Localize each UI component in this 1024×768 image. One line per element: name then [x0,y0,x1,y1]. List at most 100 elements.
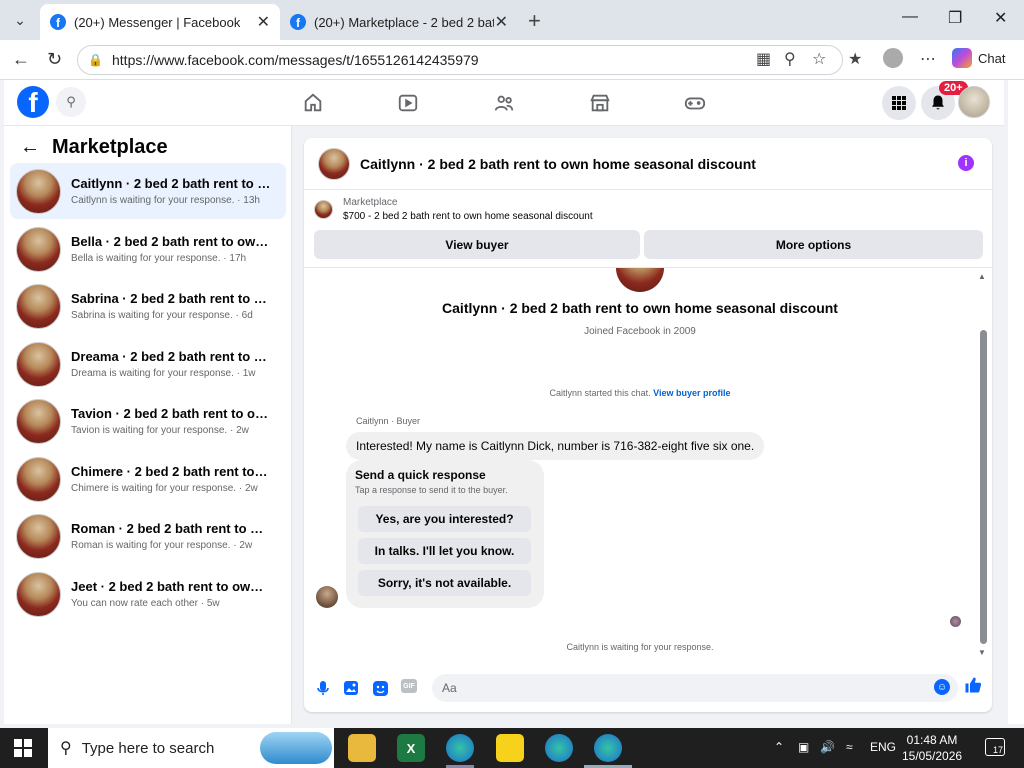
close-tab-icon[interactable]: ✕ [495,12,508,32]
thread-scrollbar[interactable] [980,330,987,644]
quick-response-subtitle: Tap a response to send it to the buyer. [355,485,508,495]
buyer-avatar[interactable] [316,586,338,608]
copilot-chat-button[interactable]: Chat [952,48,1005,68]
url-field[interactable]: 🔒 https://www.facebook.com/messages/t/16… [77,45,843,75]
message-bubble: Interested! My name is Caitlynn Dick, nu… [346,432,765,460]
quick-response-unavailable-button[interactable]: Sorry, it's not available. [358,570,531,596]
scroll-down-arrow-icon[interactable]: ▼ [978,648,986,657]
listing-thumbnail [616,268,664,292]
file-explorer-icon[interactable] [348,734,376,762]
back-arrow-icon[interactable]: ← [20,136,40,159]
apps-icon[interactable]: ▦ [756,49,771,69]
windows-start-icon[interactable] [14,739,32,757]
sticker-icon[interactable] [371,679,389,697]
edge-icon[interactable] [446,734,474,762]
tab-messenger[interactable]: f (20+) Messenger | Facebook ✕ [40,4,280,40]
view-buyer-profile-link[interactable]: View buyer profile [653,388,730,398]
gaming-icon[interactable] [682,90,708,116]
account-avatar[interactable] [958,86,990,118]
back-arrow-icon[interactable]: ← [12,49,30,70]
close-window-icon[interactable]: ✕ [994,8,1007,28]
favorite-star-icon[interactable]: ☆ [812,49,826,69]
sidebar-title: Marketplace [52,136,168,158]
started-text: Caitlynn started this chat. [549,388,651,398]
conversation-item-sabrina[interactable]: Sabrina · 2 bed 2 bath rent to own home … [10,278,286,334]
friends-icon[interactable] [491,90,517,116]
clock[interactable]: 01:48 AM 15/05/2026 [902,732,962,764]
search-highlight-whale-icon[interactable] [260,732,332,764]
tab-list-chevron-icon[interactable]: ⌄ [6,7,34,33]
marketplace-icon[interactable] [587,90,613,116]
search-icon[interactable]: ⚲ [56,87,86,117]
conversation-item-dreama[interactable]: Dreama · 2 bed 2 bath rent to own home s… [10,336,286,392]
show-hidden-icons-icon[interactable]: ⌃ [774,740,784,754]
listing-thumbnail [16,571,61,617]
marketplace-sidebar: ← Marketplace Caitlynn · 2 bed 2 bath re… [4,126,292,724]
chat-panel: Caitlynn · 2 bed 2 bath rent to own home… [304,138,992,712]
more-options-button[interactable]: More options [644,230,983,259]
windows-taskbar: ⚲ Type here to search X ⌃ ▣ 🔊 ≈ ENG 01:4… [0,728,1024,768]
url-text: https://www.facebook.com/messages/t/1655… [112,52,479,68]
chat-title[interactable]: Caitlynn · 2 bed 2 bath rent to own home… [360,156,756,172]
quick-response-card: Send a quick response Tap a response to … [346,460,544,608]
tab-title: (20+) Messenger | Facebook [74,14,241,30]
conversation-name: Jeet · 2 bed 2 bath rent to own home sea… [71,579,271,594]
joined-info: Joined Facebook in 2009 [584,326,696,337]
quick-response-yes-button[interactable]: Yes, are you interested? [358,506,531,532]
home-icon[interactable] [300,90,326,116]
refresh-icon[interactable]: ↻ [47,49,62,70]
conversation-info-icon[interactable]: i [958,155,974,171]
chat-header: Caitlynn · 2 bed 2 bath rent to own home… [304,138,992,190]
conversation-item-caitlynn[interactable]: Caitlynn · 2 bed 2 bath rent to own home… [10,163,286,219]
listing-thumbnail[interactable] [318,147,350,180]
view-buyer-button[interactable]: View buyer [314,230,640,259]
emoji-icon[interactable]: ☺ [934,679,950,695]
conversation-status: Dreama is waiting for your response. · 1… [71,368,256,379]
volume-icon[interactable]: 🔊 [820,740,835,754]
video-icon[interactable] [395,90,421,116]
conversation-item-jeet[interactable]: Jeet · 2 bed 2 bath rent to own home sea… [10,566,286,622]
like-thumbs-up-icon[interactable] [964,676,982,699]
zoom-icon[interactable]: ⚲ [784,49,796,69]
wifi-icon[interactable]: ≈ [846,740,853,754]
conversation-name: Chimere · 2 bed 2 bath rent to own home … [71,464,271,479]
sticky-notes-icon[interactable] [496,734,524,762]
conversation-name: Caitlynn · 2 bed 2 bath rent to own home… [71,176,271,191]
restore-icon[interactable]: ❐ [948,8,962,28]
conversation-item-tavion[interactable]: Tavion · 2 bed 2 bath rent to own home s… [10,393,286,449]
more-dots-icon[interactable]: ⋯ [920,49,936,69]
photo-icon[interactable] [342,679,360,697]
conversation-item-bella[interactable]: Bella · 2 bed 2 bath rent to own home se… [10,221,286,277]
listing-summary[interactable]: Marketplace $700 - 2 bed 2 bath rent to … [314,197,593,222]
edge-profile-icon[interactable] [545,734,573,762]
facebook-logo[interactable]: f [17,86,49,118]
new-tab-plus-icon[interactable]: + [528,8,541,34]
menu-grid-icon[interactable] [882,86,916,120]
site-info-icon[interactable]: 🔒 [88,53,103,67]
conversation-name: Roman · 2 bed 2 bath rent to own home se… [71,521,271,536]
conversation-status: Roman is waiting for your response. · 2w [71,540,253,551]
conversation-item-roman[interactable]: Roman · 2 bed 2 bath rent to own home se… [10,508,286,564]
clock-date: 15/05/2026 [902,749,963,763]
minimize-icon[interactable]: — [902,8,918,26]
favorites-icon[interactable]: ★ [848,49,862,69]
conversation-item-chimere[interactable]: Chimere · 2 bed 2 bath rent to own home … [10,451,286,507]
listing-thumbnail [16,398,61,444]
message-input[interactable] [432,674,958,702]
profile-icon[interactable] [883,48,903,68]
microphone-icon[interactable] [314,679,332,697]
scroll-up-arrow-icon[interactable]: ▲ [978,272,986,281]
tab-title: (20+) Marketplace - 2 bed 2 bath [314,14,494,30]
listing-thumbnail [16,341,61,387]
notification-center-icon[interactable]: 17 [985,738,1005,756]
gif-icon[interactable]: GIF [401,679,417,693]
listing-thumbnail [16,226,61,272]
excel-icon[interactable]: X [397,734,425,762]
close-tab-icon[interactable]: ✕ [257,12,270,32]
quick-response-talks-button[interactable]: In talks. I'll let you know. [358,538,531,564]
meet-now-icon[interactable]: ▣ [798,740,809,754]
page-scrollbar[interactable] [1008,80,1024,724]
tab-marketplace[interactable]: f (20+) Marketplace - 2 bed 2 bath ✕ [280,4,518,40]
edge-active-icon[interactable] [594,734,622,762]
language-indicator[interactable]: ENG [870,740,896,754]
